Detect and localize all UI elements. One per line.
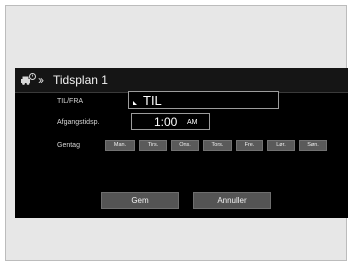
- til-fra-label: TIL/FRA: [57, 98, 84, 105]
- departure-time-value: 1:00: [154, 115, 178, 129]
- day-button-thursday[interactable]: Tors.: [203, 140, 232, 151]
- double-chevron-icon: ››: [38, 73, 44, 87]
- day-button-monday[interactable]: Man.: [105, 140, 135, 151]
- departure-time-label: Afgangstidsp.: [57, 119, 100, 126]
- departure-time-field[interactable]: 1:00 AM: [131, 113, 210, 130]
- screenshot-frame: ›› Tidsplan 1 TIL/FRA TIL Afgangstidsp. …: [5, 5, 348, 261]
- car-timer-icon: [21, 73, 36, 85]
- cancel-button[interactable]: Annuller: [193, 192, 271, 209]
- title-bar: ›› Tidsplan 1: [15, 68, 348, 93]
- til-fra-value: TIL: [143, 93, 162, 108]
- save-button[interactable]: Gem: [101, 192, 179, 209]
- repeat-label: Gentag: [57, 142, 80, 149]
- day-button-friday[interactable]: Fre.: [236, 140, 263, 151]
- day-button-sunday[interactable]: Søn.: [299, 140, 327, 151]
- cursor-arrow-icon: [133, 101, 137, 105]
- schedule-screen: ›› Tidsplan 1 TIL/FRA TIL Afgangstidsp. …: [15, 68, 348, 218]
- til-fra-field[interactable]: TIL: [128, 91, 279, 109]
- page-title: Tidsplan 1: [53, 73, 108, 87]
- day-button-tuesday[interactable]: Tirs.: [139, 140, 167, 151]
- day-button-saturday[interactable]: Lør.: [267, 140, 295, 151]
- ampm-indicator: AM: [187, 119, 198, 126]
- day-button-wednesday[interactable]: Ons.: [171, 140, 199, 151]
